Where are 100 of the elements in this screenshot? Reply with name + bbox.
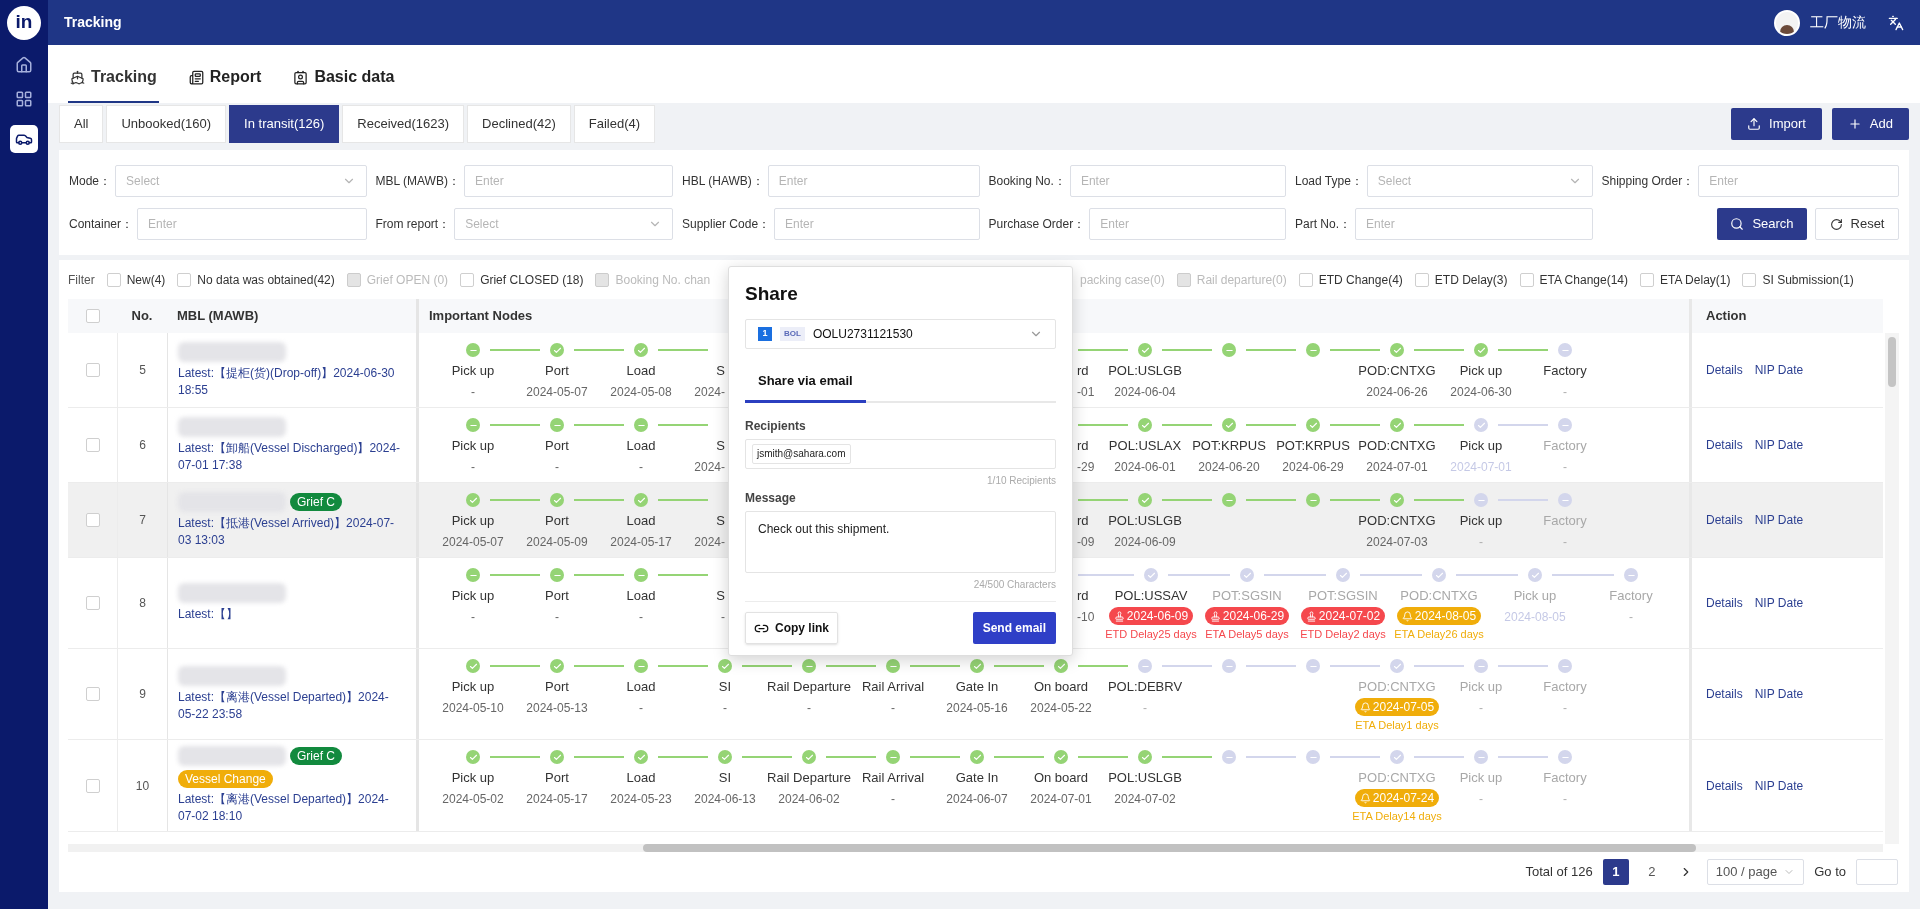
field-label: Message — [745, 491, 797, 505]
node-date: - — [555, 459, 559, 475]
node-label: POL:USLAX — [1108, 438, 1182, 454]
node-date: - — [639, 609, 643, 625]
node-date: - — [1563, 459, 1567, 475]
node-date: 2024-06-20 — [1198, 459, 1260, 475]
node-date: - — [1479, 534, 1483, 550]
node-label: rd — [1077, 363, 1089, 379]
status-tag: Grief C — [290, 492, 342, 511]
filter-title: Filter — [68, 272, 95, 289]
node-label: Load — [626, 770, 656, 786]
node-date: 2024-06-09 — [1114, 534, 1176, 550]
node-date: - — [1479, 700, 1483, 716]
message-counter: 24/500 Characters — [972, 579, 1056, 591]
node-label: rd — [1077, 438, 1089, 454]
delay-note: ETD Delay25 days — [1105, 627, 1197, 641]
node-date: - — [1479, 791, 1483, 807]
delay-badge: 2024-08-05 — [1396, 607, 1482, 625]
node-date: 2024-05-07 — [526, 384, 588, 400]
total-count: Total of 126 — [1525, 863, 1593, 882]
node-label: Pick up — [451, 679, 495, 695]
status-tag: Vessel Change — [178, 770, 273, 788]
node-date: 2024-05-10 — [442, 700, 504, 716]
node-label: Port — [545, 438, 569, 454]
recipients-counter: 1/10 Recipients — [986, 475, 1056, 487]
filter-label: No data was obtained(42) — [197, 272, 335, 289]
delay-note: ETA Delay14 days — [1352, 809, 1442, 823]
field-label: Purchase Order： — [988, 216, 1086, 233]
node-label: Port — [545, 363, 569, 379]
row-number: 8 — [139, 595, 146, 612]
node-label: POD:CNTXG — [1358, 513, 1436, 529]
filter-label: ETD Change(4) — [1318, 272, 1403, 289]
node-date: -09 — [1077, 534, 1095, 550]
node-label: rd — [1077, 513, 1089, 529]
filter-label: New(4) — [126, 272, 166, 289]
node-label: POL:USLGB — [1108, 770, 1182, 786]
node-label: POL:USSAV — [1114, 588, 1188, 604]
node-label: Pick up — [451, 438, 495, 454]
node-label: Port — [545, 679, 569, 695]
node-label: Gate In — [955, 770, 999, 786]
column-header: No. — [131, 307, 153, 326]
node-label: Rail Departure — [767, 679, 851, 695]
node-date: 2024- — [694, 459, 725, 475]
node-date: 2024-08-05 — [1504, 609, 1566, 625]
row-number: 5 — [139, 362, 146, 379]
field-label: Recipients — [745, 419, 807, 433]
delay-note: ETA Delay26 days — [1394, 627, 1484, 641]
node-label: Load — [626, 438, 656, 454]
node-date: - — [891, 791, 895, 807]
filter-label: Rail departure(0) — [1196, 272, 1287, 289]
node-date: - — [1563, 700, 1567, 716]
node-label: Pick up — [451, 513, 495, 529]
node-date: -10 — [1077, 609, 1095, 625]
node-label: S — [716, 438, 725, 454]
node-label: Pick up — [1459, 513, 1503, 529]
field-label: Mode： — [69, 173, 112, 190]
node-date: 2024-05-23 — [610, 791, 672, 807]
column-header: Important Nodes — [429, 307, 533, 326]
node-date: 2024-07-02 — [1114, 791, 1176, 807]
node-date: 2024-06-07 — [946, 791, 1008, 807]
node-date: - — [721, 609, 725, 625]
node-date: 2024-06-13 — [694, 791, 756, 807]
node-label: Load — [626, 588, 656, 604]
node-label: SI — [718, 679, 732, 695]
node-label: Factory — [1543, 513, 1587, 529]
status-tag: Grief C — [290, 747, 342, 765]
filter-label: ETA Delay(1) — [1660, 272, 1731, 289]
node-date: - — [1563, 384, 1567, 400]
node-date: 2024-06-30 — [1450, 384, 1512, 400]
node-label: rd — [1077, 588, 1089, 604]
filter-label: Grief CLOSED (18) — [480, 272, 584, 289]
field-label: HBL (HAWB)： — [682, 173, 764, 190]
node-date: 2024-05-17 — [610, 534, 672, 550]
node-label: Pick up — [1513, 588, 1557, 604]
node-date: - — [723, 700, 727, 716]
shipment-number: OOLU2731121530 — [812, 326, 913, 343]
node-date: - — [555, 609, 559, 625]
node-date: -01 — [1077, 384, 1095, 400]
index-badge: 1 — [758, 327, 772, 341]
node-date: 2024-07-01 — [1366, 459, 1428, 475]
filter-label: ETD Delay(3) — [1434, 272, 1508, 289]
node-date: 2024-05-07 — [442, 534, 504, 550]
node-label: Pick up — [451, 770, 495, 786]
node-date: 2024-06-29 — [1282, 459, 1344, 475]
filter-label: SI Submission(1) — [1762, 272, 1854, 289]
node-label: POT:SGSIN — [1308, 588, 1378, 604]
node-label: POD:CNTXG — [1358, 770, 1436, 786]
node-label: Factory — [1543, 679, 1587, 695]
node-label: Rail Departure — [767, 770, 851, 786]
node-label: Pick up — [451, 588, 495, 604]
node-date: 2024-05-09 — [526, 534, 588, 550]
page-title: Tracking — [64, 13, 122, 32]
dialog-title: Share — [745, 282, 799, 306]
node-date: -29 — [1077, 459, 1095, 475]
node-date: - — [1143, 700, 1147, 716]
node-date: - — [471, 384, 475, 400]
node-label: SI — [718, 770, 732, 786]
node-date: 2024-06-04 — [1114, 384, 1176, 400]
node-date: - — [1563, 534, 1567, 550]
node-label: POT:SGSIN — [1212, 588, 1282, 604]
